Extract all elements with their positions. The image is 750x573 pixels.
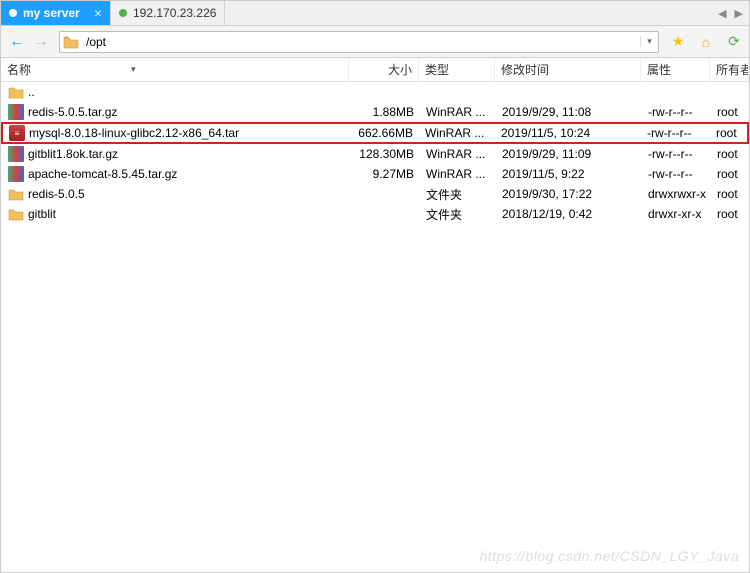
header-size[interactable]: 大小 [349,58,419,81]
file-owner: root [717,187,738,201]
refresh-icon[interactable]: ⟳ [725,33,743,51]
file-date: 2019/9/30, 17:22 [502,187,592,201]
tab-ip-address[interactable]: 192.170.23.226 [111,1,225,25]
tab-my-server[interactable]: my server × [1,1,111,25]
header-owner[interactable]: 所有者 [710,58,749,81]
file-name: mysql-8.0.18-linux-glibc2.12-x86_64.tar [29,126,239,140]
parent-dir-label: .. [28,85,35,99]
tab-label: 192.170.23.226 [133,6,216,20]
file-type: 文件夹 [426,186,462,203]
header-type[interactable]: 类型 [419,58,495,81]
header-date[interactable]: 修改时间 [495,58,641,81]
file-name: apache-tomcat-8.5.45.tar.gz [28,167,177,181]
file-owner: root [717,167,738,181]
file-date: 2019/11/5, 10:24 [501,126,590,140]
folder-icon [8,84,24,100]
file-name: gitblit1.8ok.tar.gz [28,147,118,161]
file-date: 2019/9/29, 11:08 [502,105,591,119]
address-bar: ▾ [59,31,659,53]
file-type: WinRAR ... [426,147,485,161]
file-size: 9.27MB [373,167,414,181]
archive-icon [8,166,24,182]
file-row[interactable]: ≡ mysql-8.0.18-linux-glibc2.12-x86_64.tar… [1,122,749,144]
file-row[interactable]: redis-5.0.5 文件夹 2019/9/30, 17:22 drwxrwxr-x… [1,184,749,204]
toolbar: ← → ▾ ★ ⌂ ⟳ [1,26,749,58]
chevron-down-icon[interactable]: ▾ [640,36,658,47]
file-owner: root [717,147,738,161]
file-size: 662.66MB [358,126,413,140]
file-type: WinRAR ... [426,105,485,119]
folder-icon [62,33,80,51]
file-row[interactable]: redis-5.0.5.tar.gz 1.88MB WinRAR ... 2019/9… [1,102,749,122]
file-attr: -rw-r--r-- [648,167,693,181]
back-button[interactable]: ← [7,32,27,52]
parent-directory[interactable]: .. [1,82,749,102]
file-row[interactable]: gitblit1.8ok.tar.gz 128.30MB WinRAR ... 201… [1,144,749,164]
forward-button[interactable]: → [31,32,51,52]
close-icon[interactable]: × [94,6,102,20]
file-name: redis-5.0.5.tar.gz [28,105,117,119]
file-type: 文件夹 [426,206,462,223]
file-attr: -rw-r--r-- [648,147,693,161]
file-owner: root [717,105,738,119]
tab-label: my server [23,6,88,20]
header-attr[interactable]: 属性 [641,58,710,81]
bookmark-icon[interactable]: ★ [669,33,687,51]
file-attr: -rw-r--r-- [648,105,693,119]
file-row[interactable]: apache-tomcat-8.5.45.tar.gz 9.27MB WinRAR … [1,164,749,184]
file-type: WinRAR ... [426,167,485,181]
header-name[interactable]: 名称 ▾ [1,58,349,81]
archive-icon [8,104,24,120]
file-name: redis-5.0.5 [28,187,85,201]
file-attr: -rw-r--r-- [647,126,692,140]
file-type: WinRAR ... [425,126,484,140]
file-date: 2019/11/5, 9:22 [502,167,585,181]
home-icon[interactable]: ⌂ [697,33,715,51]
file-name: gitblit [28,207,56,221]
folder-icon [8,206,24,222]
file-date: 2019/9/29, 11:09 [502,147,591,161]
file-size: 1.88MB [373,105,414,119]
tab-prev-icon[interactable]: ◀ [718,7,726,20]
tab-bar: my server × 192.170.23.226 ◀ ▶ [1,1,749,26]
tab-next-icon[interactable]: ▶ [735,7,743,20]
file-list: .. redis-5.0.5.tar.gz 1.88MB WinRAR ... 201… [1,82,749,572]
file-date: 2018/12/19, 0:42 [502,207,592,221]
column-headers: 名称 ▾ 大小 类型 修改时间 属性 所有者 [1,58,749,82]
connection-status-dot [9,9,17,17]
archive-icon [8,146,24,162]
connection-status-dot [119,9,127,17]
file-attr: drwxrwxr-x [648,187,706,201]
address-input[interactable] [82,32,640,52]
header-name-label: 名称 [7,61,31,78]
file-row[interactable]: gitblit 文件夹 2018/12/19, 0:42 drwxr-xr-x root [1,204,749,224]
tab-nav-controls: ◀ ▶ [712,1,749,25]
file-owner: root [717,207,738,221]
file-attr: drwxr-xr-x [648,207,701,221]
archive-icon: ≡ [9,125,25,141]
file-owner: root [716,126,737,140]
folder-icon [8,186,24,202]
sort-indicator-icon: ▾ [131,64,136,75]
file-size: 128.30MB [359,147,414,161]
